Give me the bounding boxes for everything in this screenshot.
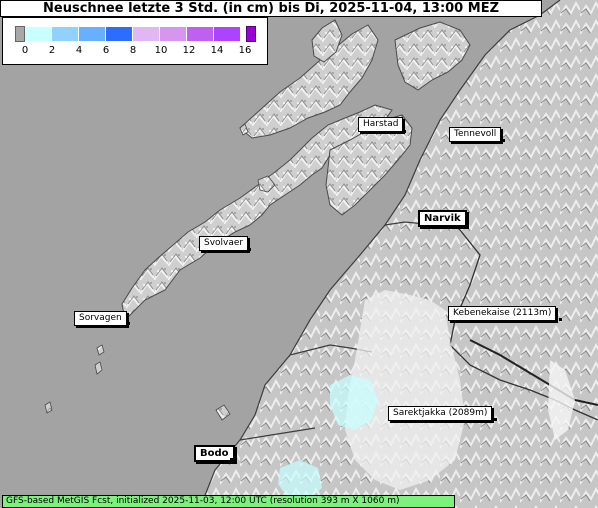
place-label-harstad[interactable]: Harstad [358,117,404,132]
place-label-narvik[interactable]: Narvik [418,210,467,227]
legend-tick: 16 [238,45,252,56]
legend-swatch [52,27,79,41]
legend-tick: 14 [210,45,224,56]
place-label-sarektjakka[interactable]: Sarektjakka (2089m) [388,406,493,421]
legend-swatch [187,27,214,41]
place-marker [248,248,251,251]
place-label-bodo[interactable]: Bodo [194,445,235,462]
snow-legend: 0 2 4 6 8 10 12 14 16 [2,17,268,65]
terrain-map[interactable] [0,0,598,508]
legend-above-max-swatch [246,26,256,42]
map-root: Neuschnee letzte 3 Std. (in cm) bis Di, … [0,0,598,508]
legend-swatch [214,27,241,41]
place-label-sorvagen[interactable]: Sorvagen [74,311,127,326]
place-marker [502,139,505,142]
place-marker [230,458,233,461]
forecast-info-footer: GFS-based MetGIS Fcst, initialized 2025-… [2,495,455,508]
legend-tick: 12 [182,45,196,56]
legend-color-bar [25,27,241,41]
place-marker [127,322,130,325]
legend-tick: 6 [102,45,110,56]
legend-tick: 8 [129,45,137,56]
legend-swatch [106,27,133,41]
place-label-kebenekaise[interactable]: Kebenekaise (2113m) [448,306,557,321]
legend-tick: 2 [48,45,56,56]
place-marker [559,318,562,321]
place-marker [463,225,466,228]
place-label-tennevoll[interactable]: Tennevoll [449,127,502,142]
legend-tick: 10 [154,45,168,56]
map-title: Neuschnee letzte 3 Std. (in cm) bis Di, … [0,0,542,17]
legend-swatch [79,27,106,41]
legend-swatch [160,27,187,41]
legend-tick: 0 [21,45,29,56]
legend-swatch [25,27,52,41]
place-label-svolvaer[interactable]: Svolvaer [199,236,249,251]
legend-swatch [133,27,160,41]
place-marker [494,418,497,421]
legend-tick: 4 [75,45,83,56]
legend-below-min-swatch [15,26,25,42]
place-marker [403,130,406,133]
